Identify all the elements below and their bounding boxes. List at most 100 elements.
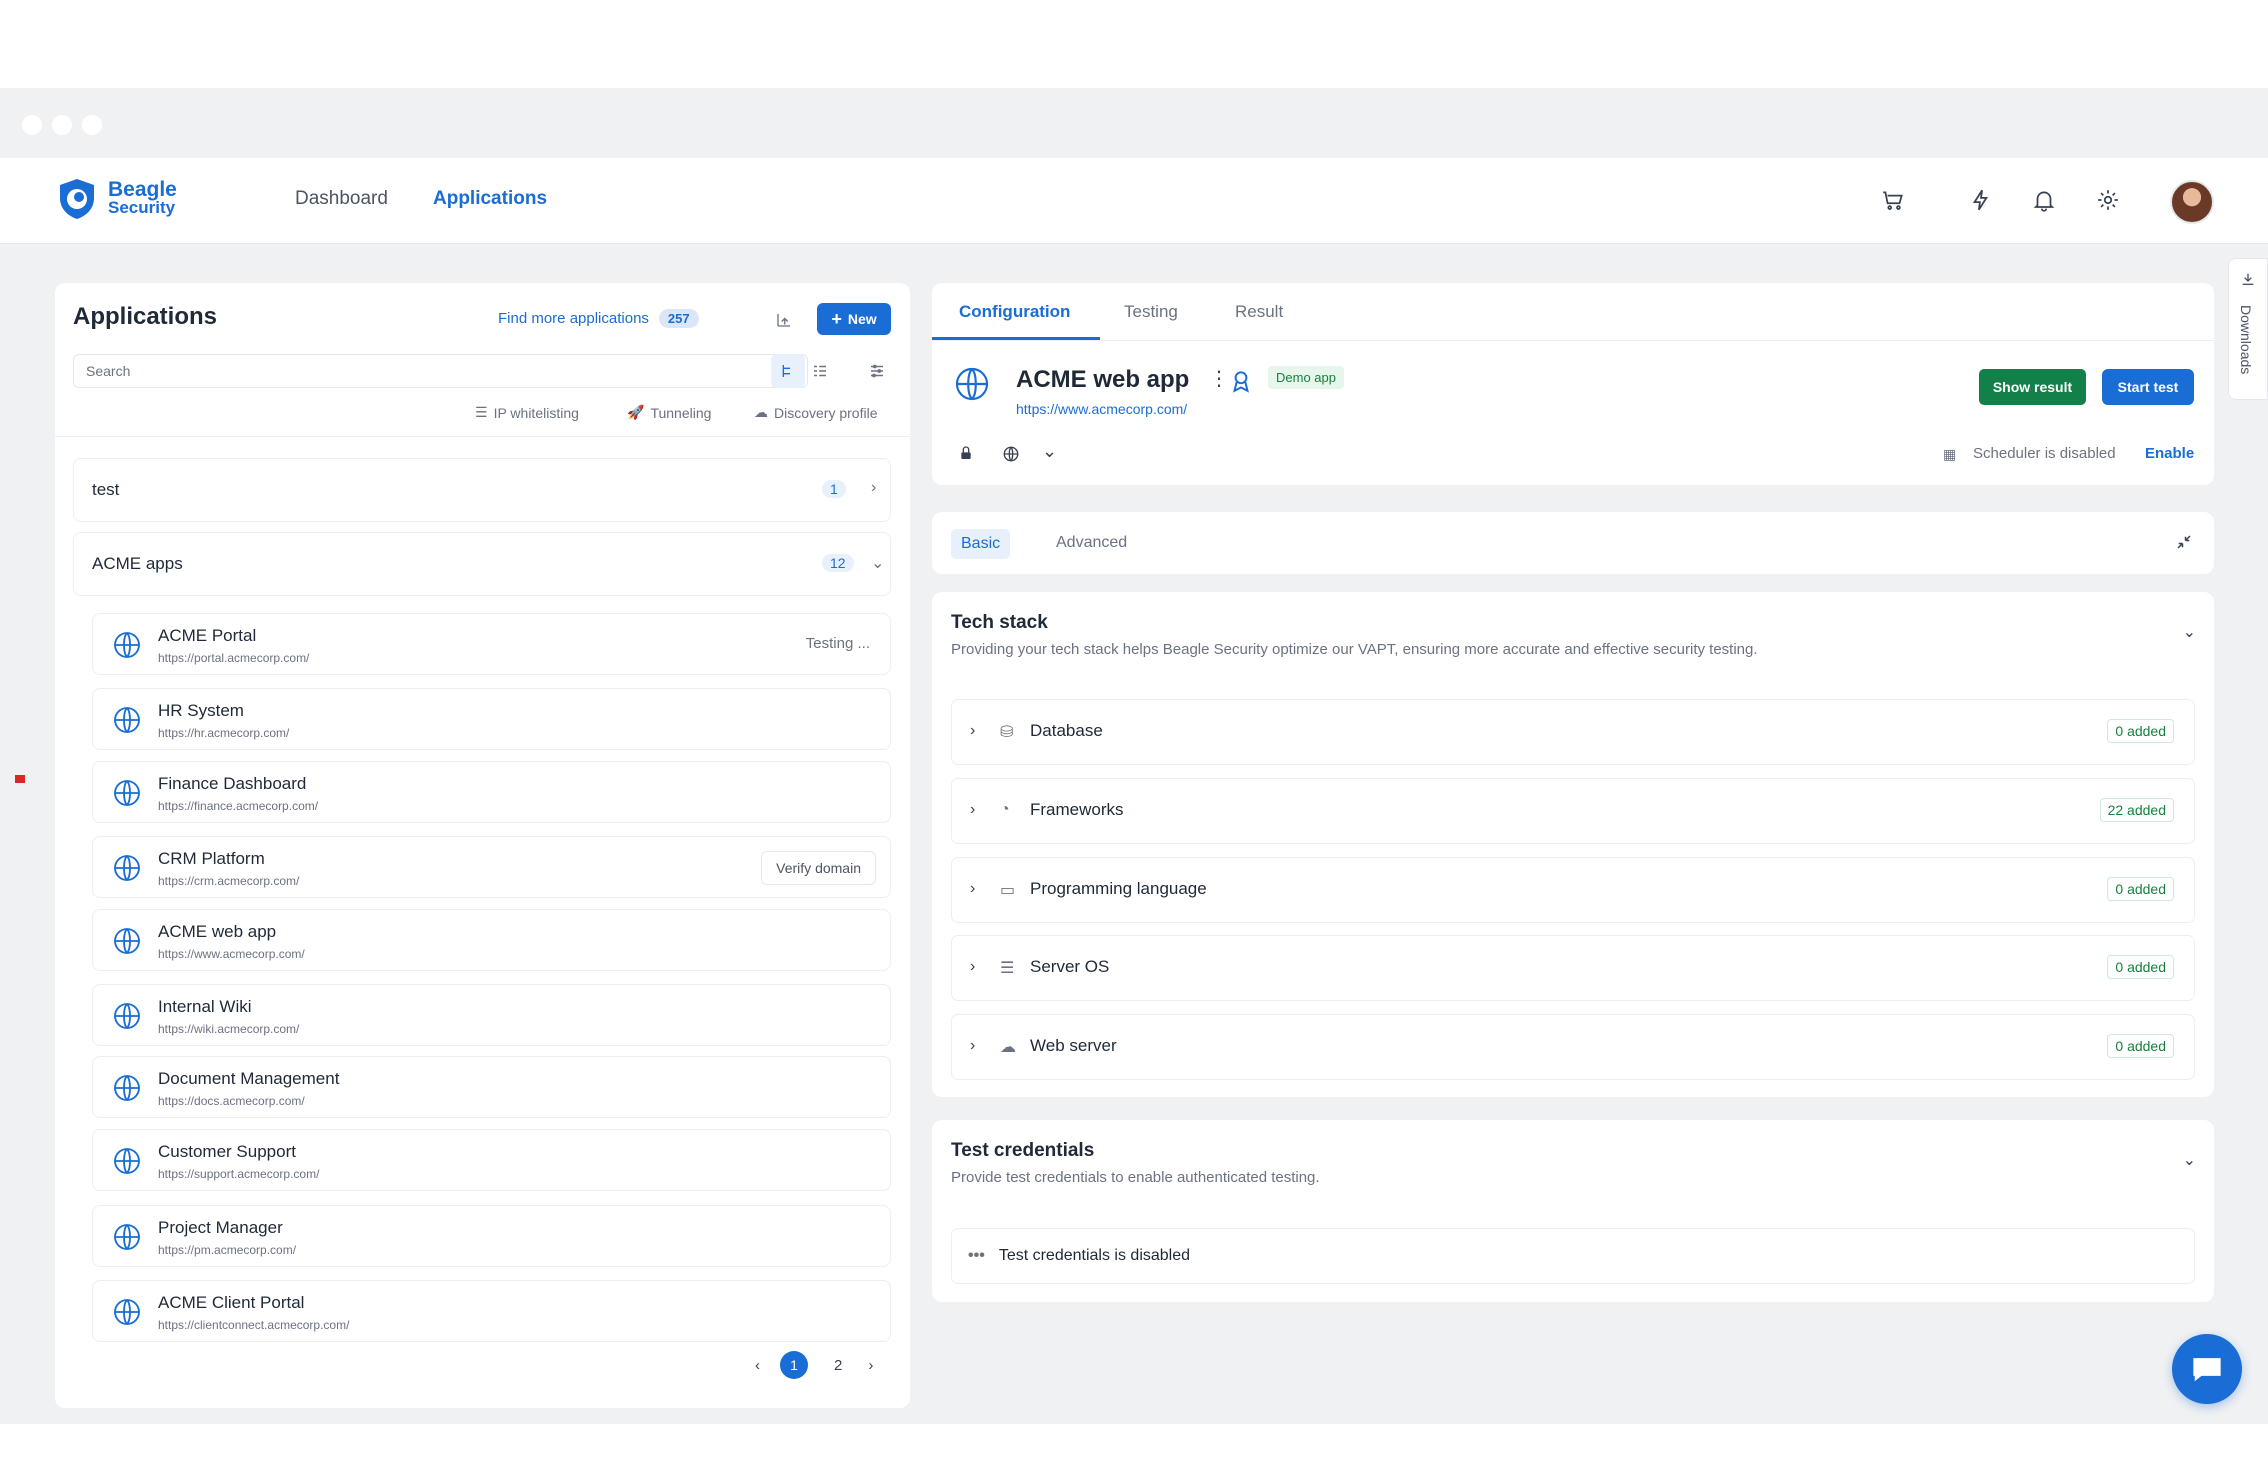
credentials-status: Test credentials is disabled — [998, 1247, 1191, 1264]
rocket-icon: 🚀 — [627, 404, 645, 420]
group-name: ACME apps — [92, 554, 183, 573]
nav-applications[interactable]: Applications — [433, 188, 547, 210]
app-name: Document Management — [158, 1069, 340, 1088]
app-list-item[interactable]: Document Management https://docs.acmecorp… — [92, 1056, 891, 1118]
app-url: https://clientconnect.acmecorp.com/ — [158, 1318, 350, 1332]
app-url: https://support.acmecorp.com/ — [158, 1167, 320, 1181]
app-list-item[interactable]: CRM Platform https://crm.acmecorp.com/Ver… — [92, 836, 891, 898]
panel-title: Applications — [73, 303, 218, 330]
section-title: Tech stack — [951, 612, 1048, 633]
chevron-right-icon: › — [871, 479, 877, 496]
chevron-right-icon: › — [970, 801, 976, 818]
tech-stack-row[interactable]: › ▭ Programming language 0 added — [951, 857, 2195, 923]
globe-icon — [114, 707, 140, 733]
start-test-button[interactable]: Start test — [2102, 369, 2194, 405]
chevron-down-icon[interactable]: ⌄ — [2183, 622, 2196, 642]
app-list-item[interactable]: Finance Dashboard https://finance.acmecor… — [92, 761, 891, 823]
app-name: ACME Portal — [158, 626, 257, 645]
cart-icon[interactable] — [1880, 187, 1906, 213]
show-result-button[interactable]: Show result — [1979, 369, 2086, 405]
app-detail-panel: Configuration Testing Result ACME web ap… — [932, 283, 2214, 485]
window-dot — [82, 115, 102, 135]
top-navbar: Beagle Security Dashboard Applications — [0, 158, 2268, 244]
list-view-icon[interactable] — [811, 362, 829, 380]
app-url: https://finance.acmecorp.com/ — [158, 799, 319, 813]
tab-result[interactable]: Result — [1235, 302, 1283, 322]
demo-badge: Demo app — [1268, 366, 1344, 389]
chat-button[interactable] — [2172, 1334, 2242, 1404]
prev-page-button[interactable]: ‹ — [755, 1357, 760, 1374]
group-name: test — [92, 480, 120, 499]
app-list-item[interactable]: ACME Client Portal https://clientconnect.… — [92, 1280, 891, 1342]
search-input[interactable]: Search — [73, 354, 808, 388]
tech-stack-row[interactable]: › ⛁ Database 0 added — [951, 699, 2195, 765]
tab-configuration[interactable]: Configuration — [959, 302, 1070, 322]
globe-icon — [114, 1003, 140, 1029]
tunneling-link[interactable]: 🚀 Tunneling — [627, 404, 711, 421]
globe-settings-icon[interactable] — [1002, 445, 1020, 463]
group-row-test[interactable]: test 1 › — [73, 458, 891, 522]
app-list-item[interactable]: HR System https://hr.acmecorp.com/ — [92, 688, 891, 750]
bell-icon[interactable] — [2031, 187, 2057, 213]
ip-whitelisting-link[interactable]: ☰ IP whitelisting — [475, 404, 579, 421]
bolt-icon[interactable] — [1968, 187, 1994, 213]
tech-stack-row[interactable]: › ☰ Server OS 0 added — [951, 935, 2195, 1001]
lock-icon[interactable] — [958, 445, 974, 461]
globe-icon — [114, 1148, 140, 1174]
group-count: 12 — [822, 554, 854, 572]
gear-icon[interactable] — [2095, 187, 2121, 213]
app-list-item[interactable]: ACME Portal https://portal.acmecorp.com/T… — [92, 613, 891, 675]
brand-logo[interactable]: Beagle Security — [54, 176, 177, 222]
app-name: Finance Dashboard — [158, 774, 307, 793]
app-list-item[interactable]: Internal Wiki https://wiki.acmecorp.com/ — [92, 984, 891, 1046]
tree-view-toggle[interactable] — [771, 354, 805, 388]
import-icon[interactable] — [775, 311, 793, 329]
find-more-link[interactable]: Find more applications 257 — [498, 309, 699, 328]
group-row-acme-apps[interactable]: ACME apps 12 ⌄ — [73, 532, 891, 596]
page-1-button[interactable]: 1 — [780, 1351, 808, 1379]
app-list-item[interactable]: ACME web app https://www.acmecorp.com/ — [92, 909, 891, 971]
verify-domain-button[interactable]: Verify domain — [761, 851, 876, 885]
more-options-icon[interactable]: ⋮ — [1209, 366, 1229, 391]
globe-icon — [114, 1224, 140, 1250]
chevron-right-icon: › — [970, 880, 976, 897]
filter-settings-icon[interactable] — [868, 362, 886, 380]
scheduler-status: Scheduler is disabled — [1973, 445, 2116, 462]
chevron-down-icon[interactable]: ⌄ — [2183, 1150, 2196, 1170]
config-subtabs: Basic Advanced — [932, 512, 2214, 574]
tech-added-count: 0 added — [2107, 719, 2174, 743]
downloads-tab[interactable]: Downloads — [2228, 258, 2268, 400]
tech-stack-row[interactable]: › ☁ Web server 0 added — [951, 1014, 2195, 1080]
app-list-item[interactable]: Customer Support https://support.acmecorp… — [92, 1129, 891, 1191]
app-name: Internal Wiki — [158, 997, 252, 1016]
page-2-button[interactable]: 2 — [834, 1357, 842, 1374]
group-count: 1 — [822, 480, 846, 498]
next-page-button[interactable]: › — [868, 1357, 873, 1374]
app-name: ACME web app — [1016, 366, 1190, 393]
award-icon — [1233, 371, 1249, 393]
new-button[interactable]: + New — [817, 303, 891, 335]
chat-icon — [2193, 1358, 2221, 1382]
collapse-icon[interactable] — [2175, 533, 2193, 551]
section-description: Provide test credentials to enable authe… — [951, 1169, 1320, 1186]
enable-scheduler-link[interactable]: Enable — [2145, 445, 2194, 462]
shield-logo-icon — [60, 179, 94, 219]
tab-underline — [932, 337, 1100, 340]
discovery-profile-link[interactable]: ☁ Discovery profile — [754, 404, 877, 421]
app-url-link[interactable]: https://www.acmecorp.com/ — [1016, 401, 1187, 417]
tab-basic[interactable]: Basic — [951, 529, 1011, 559]
nav-dashboard[interactable]: Dashboard — [295, 188, 388, 210]
tech-added-count: 0 added — [2107, 955, 2174, 979]
tab-testing[interactable]: Testing — [1124, 302, 1178, 322]
chevron-down-icon[interactable]: ⌄ — [1042, 441, 1057, 462]
tab-advanced[interactable]: Advanced — [1056, 534, 1127, 552]
app-url: https://pm.acmecorp.com/ — [158, 1243, 297, 1257]
avatar[interactable] — [2170, 180, 2214, 224]
tech-stack-row[interactable]: › ◔ Frameworks 22 added — [951, 778, 2195, 844]
server-icon: ☰ — [1000, 960, 1015, 977]
app-list-item[interactable]: Project Manager https://pm.acmecorp.com/ — [92, 1205, 891, 1267]
globe-icon — [114, 632, 140, 658]
chevron-right-icon: › — [970, 1037, 976, 1054]
discovery-profile-label: Discovery profile — [774, 404, 878, 421]
database-icon: ⛁ — [1000, 724, 1014, 741]
